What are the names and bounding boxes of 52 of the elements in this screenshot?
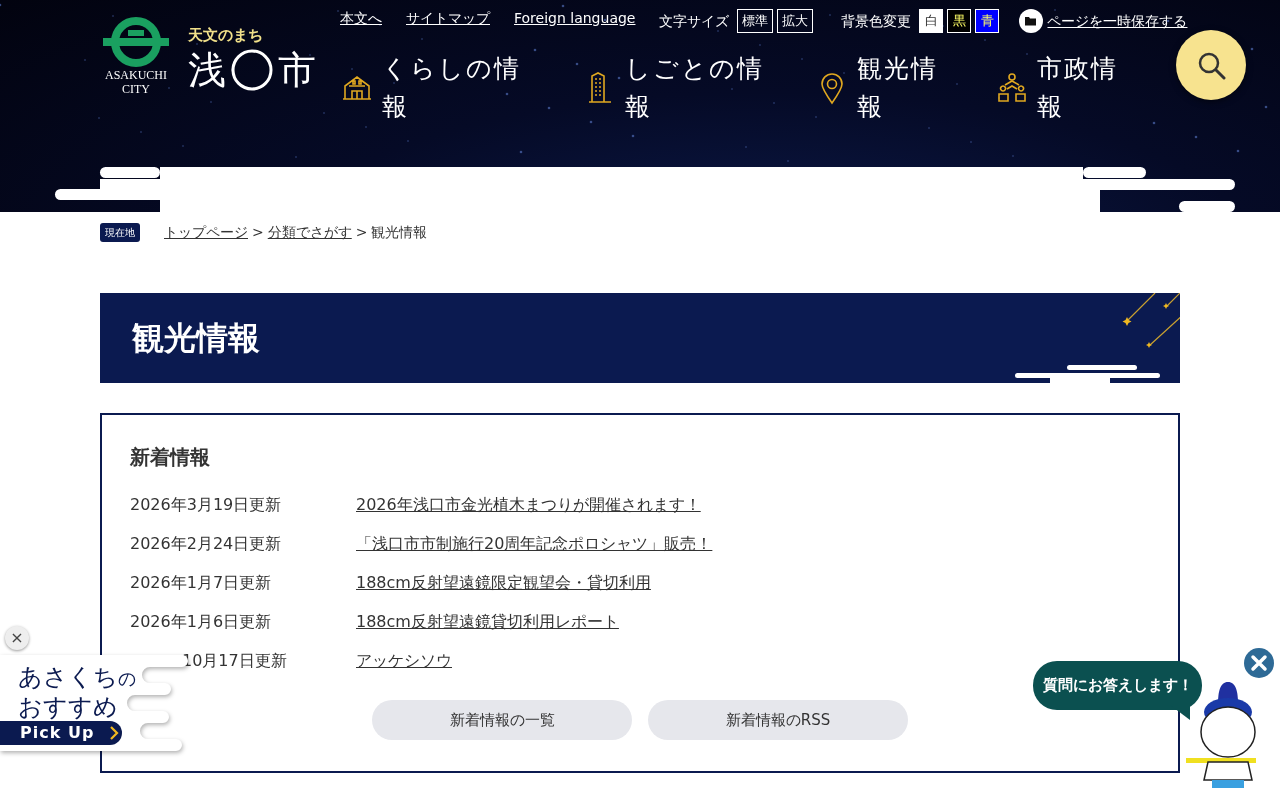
search-icon — [1196, 50, 1226, 80]
save-page-link[interactable]: ページを一時保存する — [1047, 10, 1188, 32]
pickup-button[interactable]: Pick Up — [0, 721, 122, 745]
logo-text: ASAKUCHI CITY — [105, 68, 167, 96]
news-button[interactable]: 新着情報のRSS — [648, 700, 908, 740]
news-date: 2026年3月19日更新 — [130, 494, 282, 514]
news-button[interactable]: 新着情報の一覧 — [372, 700, 632, 740]
city-name: 市 — [278, 46, 316, 93]
nav-link[interactable]: くらしの情報 — [382, 50, 522, 126]
close-button[interactable]: × — [5, 626, 29, 650]
nav-link[interactable]: 市政情報 — [1037, 50, 1127, 126]
pickup-button-label: Pick Up — [20, 722, 95, 744]
news-heading: 新着情報 — [130, 445, 211, 469]
news-link[interactable]: 188cm反射望遠鏡貸切利用レポート — [356, 609, 619, 634]
news-date: 2026年1月6日更新 — [130, 611, 272, 631]
bg-color-button[interactable]: 黒 — [947, 9, 972, 33]
speech-bubble[interactable]: 質問にお答えします！ — [1033, 661, 1202, 710]
font-size-button[interactable]: 標準 — [737, 9, 774, 33]
pickup-title: おすすめ — [18, 693, 119, 721]
bg-color-button[interactable]: 青 — [975, 9, 1000, 33]
news-date: 2026年2月24日更新 — [130, 533, 282, 553]
nav-link[interactable]: しごとの情報 — [625, 50, 765, 126]
pickup-title: あさくち — [18, 663, 118, 691]
chevron-right-icon — [110, 726, 120, 740]
breadcrumb-current: 観光情報 — [371, 223, 428, 242]
utility-link[interactable]: 本文へ — [340, 7, 382, 29]
font-size-button[interactable]: 拡大 — [777, 9, 814, 33]
city-emblem-icon — [101, 16, 171, 68]
news-link[interactable]: 188cm反射望遠鏡限定観望会・貸切利用 — [356, 570, 651, 595]
news-link[interactable]: アッケシソウ — [356, 648, 452, 673]
folder-icon — [1019, 9, 1044, 33]
city-name: 浅 — [188, 46, 226, 93]
utility-link[interactable]: Foreign language — [514, 7, 636, 29]
news-date: 10月17日更新 — [181, 650, 287, 670]
news-date: 2026年1月7日更新 — [130, 572, 272, 592]
close-icon[interactable] — [1244, 648, 1274, 678]
bg-color-label: 背景色変更 — [841, 11, 912, 31]
bg-color-button[interactable]: 白 — [919, 9, 944, 33]
pickup-title-suffix: の — [118, 668, 136, 689]
breadcrumb-separator: > — [252, 223, 264, 242]
people-icon — [995, 71, 1029, 105]
news-link[interactable]: 「浅口市市制施行20周年記念ポロシャツ」販売！ — [356, 531, 713, 556]
nav-link[interactable]: 観光情報 — [857, 50, 947, 126]
font-size-label: 文字サイズ — [659, 11, 730, 31]
breadcrumb-link[interactable]: トップページ — [164, 222, 248, 243]
breadcrumb-separator: > — [355, 223, 368, 242]
news-link[interactable]: 2026年浅口市金光植木まつりが開催されます！ — [356, 492, 701, 517]
page-title: 観光情報 — [131, 318, 260, 358]
utility-link[interactable]: サイトマップ — [406, 7, 490, 29]
location-badge: 現在地 — [100, 223, 140, 242]
tagline: 天文のまち — [188, 25, 264, 46]
breadcrumb-link[interactable]: 分類でさがす — [267, 222, 352, 243]
